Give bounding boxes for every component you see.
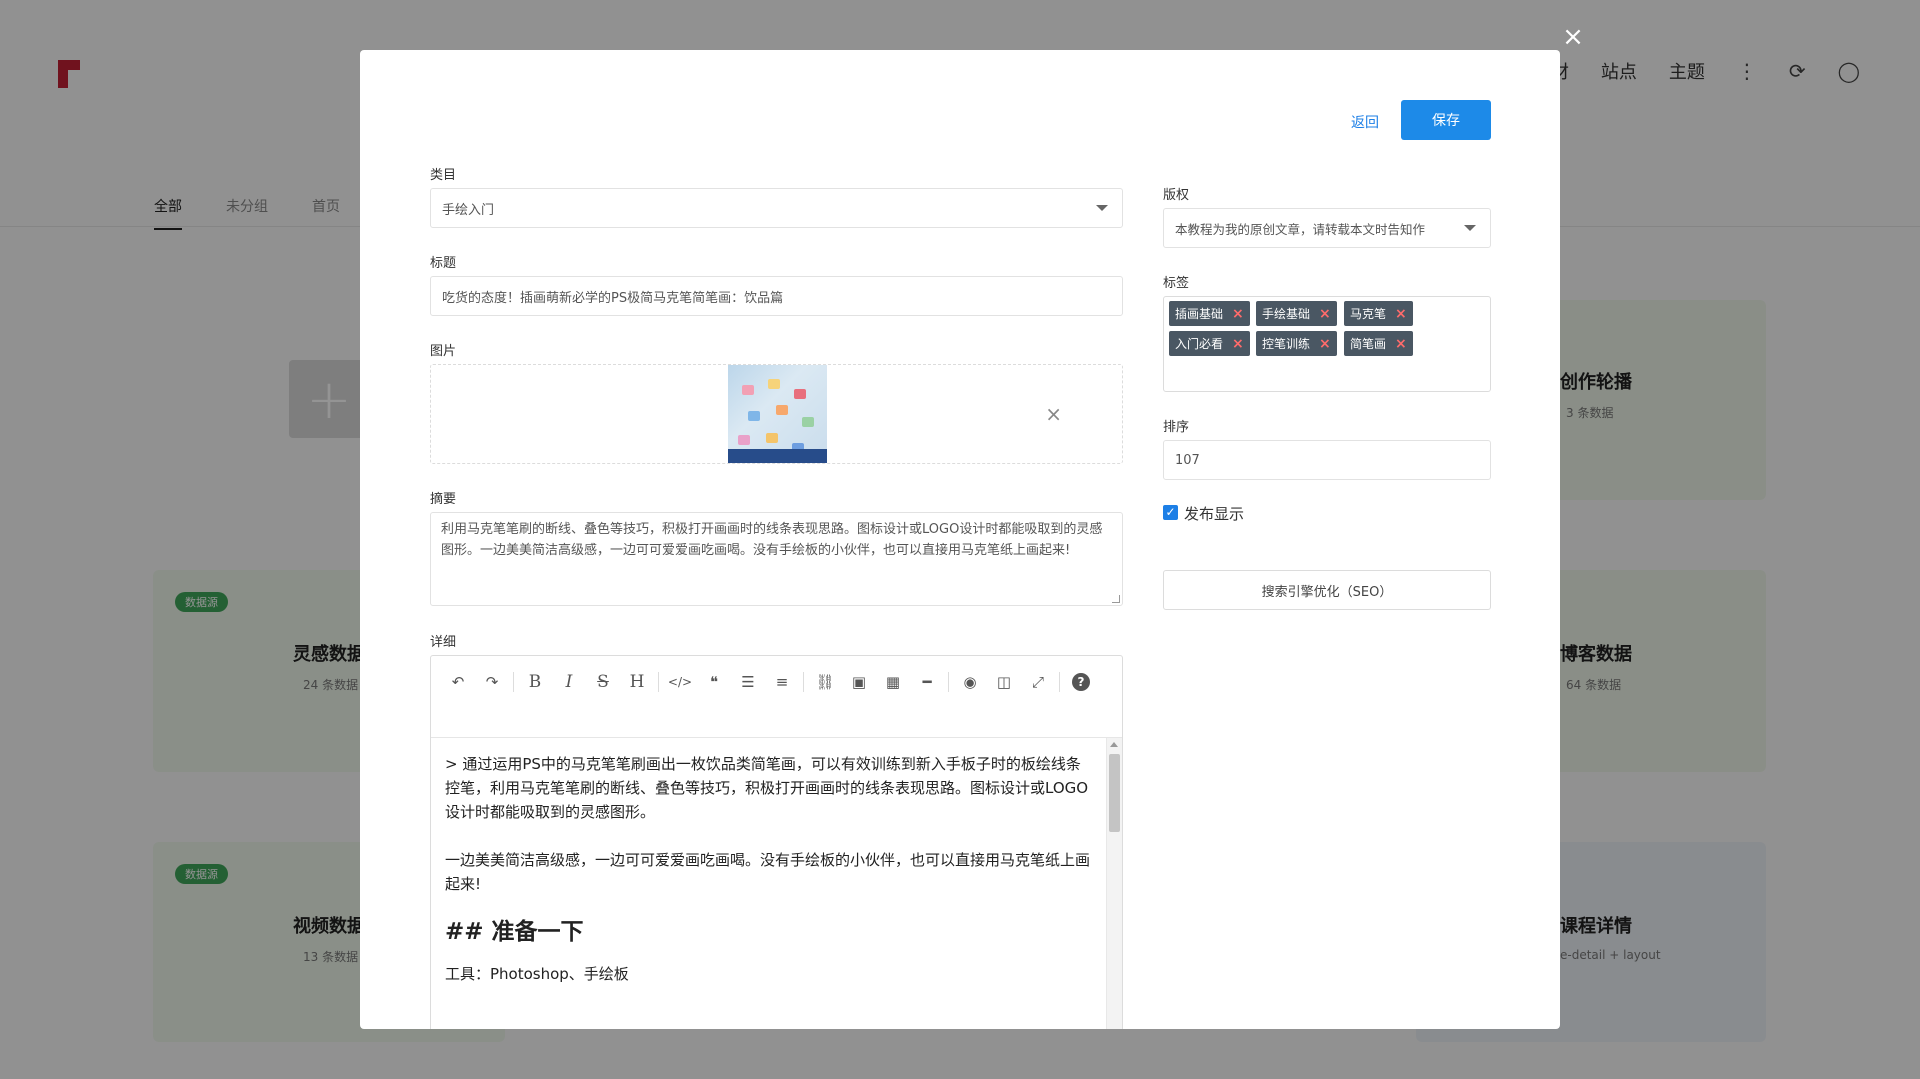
chevron-down-icon — [1464, 225, 1476, 231]
tag-chip: 简笔画 × — [1344, 331, 1413, 356]
category-select[interactable]: 手绘入门 — [430, 188, 1123, 228]
sort-input[interactable]: 107 — [1163, 440, 1491, 480]
tag-label: 简笔画 — [1350, 337, 1387, 351]
detail-label: 详细 — [430, 635, 457, 650]
summary-value: 利用马克笔笔刷的断线、叠色等技巧，积极打开画画时的线条表现思路。图标设计或LOG… — [441, 522, 1103, 558]
editor-content[interactable]: > 通过运用PS中的马克笔笔刷画出一枚饮品类简笔画，可以有效训练到新入手板子时的… — [431, 738, 1105, 1029]
sort-label: 排序 — [1163, 420, 1190, 435]
bold-icon[interactable]: B — [518, 666, 552, 698]
tag-chip: 马克笔 × — [1344, 301, 1413, 326]
remove-tag-icon[interactable]: × — [1319, 306, 1331, 322]
tag-label: 手绘基础 — [1262, 307, 1311, 321]
toolbar-separator — [1059, 672, 1060, 692]
scroll-up-icon[interactable] — [1110, 742, 1118, 747]
remove-image-icon[interactable]: × — [1045, 404, 1062, 424]
back-button[interactable]: 返回 — [1351, 112, 1379, 132]
tag-label: 马克笔 — [1350, 307, 1387, 321]
image-label: 图片 — [430, 344, 457, 359]
fullscreen-icon[interactable]: ⤢ — [1021, 666, 1055, 698]
undo-icon[interactable]: ↶ — [441, 666, 475, 698]
title-value: 吃货的态度！插画萌新必学的PS极简马克笔简笔画：饮品篇 — [442, 290, 784, 306]
category-value: 手绘入门 — [442, 202, 495, 218]
content-paragraph: 工具：Photoshop、手绘板 — [445, 965, 629, 983]
remove-tag-icon[interactable]: × — [1232, 306, 1244, 322]
remove-tag-icon[interactable]: × — [1319, 336, 1331, 352]
tag-chip: 控笔训练 × — [1256, 331, 1337, 356]
toolbar-separator — [803, 672, 804, 692]
remove-tag-icon[interactable]: × — [1232, 336, 1244, 352]
save-button[interactable]: 保存 — [1401, 100, 1491, 140]
horizontal-rule-icon[interactable]: ━ — [910, 666, 944, 698]
edit-article-modal: 返回 保存 类目 手绘入门 标题 吃货的态度！插画萌新必学的PS极简马克笔简笔画… — [360, 50, 1560, 1029]
summary-textarea[interactable]: 利用马克笔笔刷的断线、叠色等技巧，积极打开画画时的线条表现思路。图标设计或LOG… — [430, 512, 1123, 606]
remove-tag-icon[interactable]: × — [1395, 306, 1407, 322]
link-icon[interactable]: ⛓ — [808, 666, 842, 698]
cover-image-thumbnail — [728, 365, 827, 463]
chevron-down-icon — [1096, 205, 1108, 211]
publish-label[interactable]: 发布显示 — [1184, 503, 1244, 524]
heading-icon[interactable]: H — [620, 666, 654, 698]
summary-label: 摘要 — [430, 492, 457, 507]
tags-label: 标签 — [1163, 276, 1190, 291]
numbered-list-icon[interactable]: ≡ — [765, 666, 799, 698]
editor-scrollbar[interactable] — [1106, 738, 1122, 1029]
publish-checkbox[interactable]: ✓ — [1163, 505, 1178, 520]
title-input[interactable]: 吃货的态度！插画萌新必学的PS极简马克笔简笔画：饮品篇 — [430, 276, 1123, 316]
title-label: 标题 — [430, 256, 457, 271]
category-label: 类目 — [430, 168, 457, 183]
tag-chip: 入门必看 × — [1169, 331, 1250, 356]
tag-chip: 插画基础 × — [1169, 301, 1250, 326]
quote-icon[interactable]: ❝ — [697, 666, 731, 698]
content-heading: ## 准备一下 — [445, 919, 584, 945]
remove-tag-icon[interactable]: × — [1395, 336, 1407, 352]
side-by-side-icon[interactable]: ◫ — [987, 666, 1021, 698]
toolbar-separator — [948, 672, 949, 692]
tag-label: 插画基础 — [1175, 307, 1224, 321]
italic-icon[interactable]: I — [552, 666, 586, 698]
toolbar-separator — [513, 672, 514, 692]
copyright-label: 版权 — [1163, 188, 1190, 203]
help-icon[interactable]: ? — [1072, 673, 1090, 691]
scrollbar-thumb[interactable] — [1109, 754, 1120, 832]
tag-chip: 手绘基础 × — [1256, 301, 1337, 326]
toolbar-separator — [658, 672, 659, 692]
image-icon[interactable]: ▣ — [842, 666, 876, 698]
tag-label: 入门必看 — [1175, 337, 1224, 351]
redo-icon[interactable]: ↷ — [475, 666, 509, 698]
preview-icon[interactable]: ◉ — [953, 666, 987, 698]
tag-label: 控笔训练 — [1262, 337, 1311, 351]
copyright-value: 本教程为我的原创文章，请转载本文时告知作 — [1175, 221, 1426, 237]
image-upload-area[interactable]: × — [430, 364, 1123, 464]
resize-handle[interactable] — [1112, 595, 1120, 603]
strikethrough-icon[interactable]: S — [586, 666, 620, 698]
close-icon[interactable]: × — [1562, 24, 1584, 50]
copyright-select[interactable]: 本教程为我的原创文章，请转载本文时告知作 — [1163, 208, 1491, 248]
sort-value: 107 — [1175, 452, 1200, 468]
table-icon[interactable]: ▦ — [876, 666, 910, 698]
content-paragraph: 一边美美简洁高级感，一边可可爱爱画吃画喝。没有手绘板的小伙伴，也可以直接用马克笔… — [445, 851, 1091, 893]
bullet-list-icon[interactable]: ☰ — [731, 666, 765, 698]
content-paragraph: > 通过运用PS中的马克笔笔刷画出一枚饮品类简笔画，可以有效训练到新入手板子时的… — [445, 755, 1089, 821]
editor-toolbar: ↶ ↷ B I S H </> ❝ ☰ ≡ ⛓ ▣ ▦ ━ ◉ ◫ ⤢? — [431, 656, 1122, 738]
tags-input[interactable]: 插画基础 × 手绘基础 × 马克笔 × 入门必看 × 控笔训练 × 简笔画 × — [1163, 296, 1491, 392]
markdown-editor: ↶ ↷ B I S H </> ❝ ☰ ≡ ⛓ ▣ ▦ ━ ◉ ◫ ⤢? > 通过运用PS中的马克笔笔刷画出一枚… — [430, 655, 1123, 1029]
seo-button[interactable]: 搜索引擎优化（SEO） — [1163, 570, 1491, 610]
code-icon[interactable]: </> — [663, 666, 697, 698]
